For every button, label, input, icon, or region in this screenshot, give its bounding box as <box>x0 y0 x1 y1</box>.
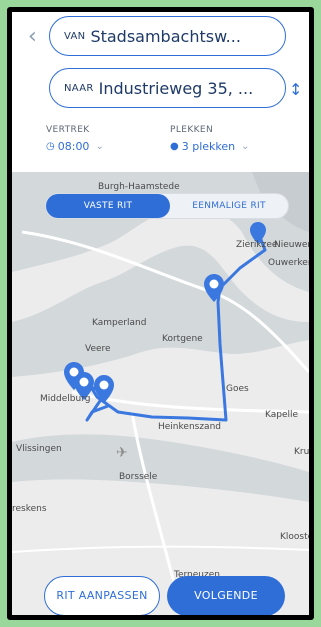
departure-value: 08:00 <box>57 140 90 153</box>
seats-value: 3 plekken <box>181 140 236 153</box>
to-field[interactable]: NAAR Industrieweg 35, ... <box>49 68 286 108</box>
next-button[interactable]: VOLGENDE <box>167 576 285 615</box>
route-map[interactable]: ✈ Burgh-Haamstede Zierikzee Nieuwerk Ouw… <box>12 172 309 615</box>
from-field[interactable]: VAN Stadsambachtsw... <box>49 16 286 56</box>
place-label: Burgh-Haamstede <box>98 182 180 192</box>
place-label: Kapelle <box>265 410 299 420</box>
from-prefix: VAN <box>64 30 86 42</box>
airport-icon: ✈ <box>116 445 128 461</box>
seats-selector[interactable]: ● 3 plekken ⌄ <box>170 140 250 153</box>
place-label: Vlissingen <box>16 444 62 454</box>
place-label: Middelburg <box>40 394 91 404</box>
place-label: Kortgene <box>162 334 203 344</box>
departure-label: VERTREK <box>46 125 90 135</box>
edit-ride-button[interactable]: RIT AANPASSEN <box>44 576 160 615</box>
place-label: Heinkenszand <box>158 422 221 432</box>
water-area <box>12 245 309 377</box>
place-label: Kru <box>294 447 309 457</box>
place-label: Goes <box>226 384 249 394</box>
swap-arrows-icon[interactable]: ↕ <box>289 80 302 99</box>
to-value: Industrieweg 35, ... <box>98 78 254 98</box>
from-value: Stadsambachtsw... <box>90 26 241 46</box>
app-screen: ‹ VAN Stadsambachtsw... NAAR Industriewe… <box>12 12 309 615</box>
back-chevron-icon[interactable]: ‹ <box>28 25 48 51</box>
tab-fixed-ride[interactable]: VASTE RIT <box>46 194 170 218</box>
place-label: Nieuwerk <box>274 240 309 250</box>
place-label: Kamperland <box>92 318 147 328</box>
ride-type-toggle[interactable]: VASTE RIT EENMALIGE RIT <box>45 193 289 219</box>
place-label: Ouwerkerk <box>268 258 309 268</box>
chevron-down-icon: ⌄ <box>95 141 104 152</box>
departure-selector[interactable]: ◷ 08:00 ⌄ <box>46 140 104 153</box>
place-label: Zierikzee <box>236 240 278 250</box>
place-label: reskens <box>12 504 47 514</box>
clock-icon: ◷ <box>46 141 55 152</box>
place-label: Borssele <box>119 472 158 482</box>
person-icon: ● <box>170 141 179 152</box>
place-label: Veere <box>85 344 111 354</box>
chevron-down-icon: ⌄ <box>241 141 250 152</box>
place-label: Klooster <box>280 532 309 542</box>
to-prefix: NAAR <box>64 82 94 94</box>
seats-label: PLEKKEN <box>170 125 214 135</box>
road <box>12 545 309 553</box>
tab-single-ride[interactable]: EENMALIGE RIT <box>170 194 288 218</box>
